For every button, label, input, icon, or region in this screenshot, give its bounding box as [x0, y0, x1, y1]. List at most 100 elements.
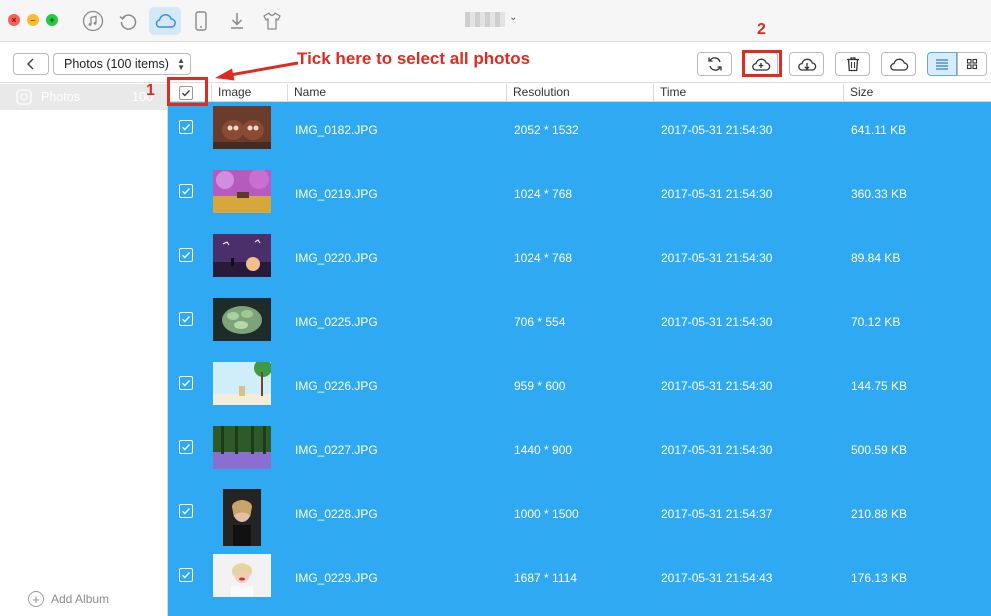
row-resolution: 1440 * 900 [514, 443, 573, 457]
download-from-cloud-button[interactable] [789, 52, 824, 76]
maximize-window-button[interactable]: + [46, 14, 58, 26]
refresh-icon [707, 57, 722, 71]
album-select[interactable]: Photos (100 items) ▲ ▼ [53, 53, 191, 75]
row-checkbox[interactable] [179, 440, 193, 454]
row-name: IMG_0226.JPG [295, 379, 378, 393]
column-header-resolution[interactable]: Resolution [506, 84, 570, 102]
row-name: IMG_0228.JPG [295, 507, 378, 521]
column-header-time[interactable]: Time [653, 84, 686, 102]
row-size: 176.13 KB [851, 571, 908, 585]
photo-thumbnail-image[interactable] [223, 489, 261, 546]
step-1-highlight-box [167, 77, 208, 106]
row-time: 2017-05-31 21:54:30 [661, 123, 773, 137]
photo-thumbnail-image[interactable] [213, 234, 271, 277]
row-resolution: 1000 * 1500 [514, 507, 579, 521]
table-row[interactable]: IMG_0182.JPG 2052 * 1532 2017-05-31 21:54:… [168, 102, 991, 166]
refresh-button[interactable] [697, 52, 732, 76]
updown-arrows-icon: ▲ ▼ [177, 56, 185, 72]
checkmark-icon [182, 444, 191, 451]
album-select-label: Photos (100 items) [64, 57, 169, 71]
sidebar: Photos 100 + Add Album [0, 84, 168, 616]
row-resolution: 706 * 554 [514, 315, 566, 329]
photo-thumbnail-image[interactable] [213, 426, 271, 469]
sidebar-item-label: Photos [41, 90, 80, 104]
table-row[interactable]: IMG_0227.JPG 1440 * 900 2017-05-31 21:54:3… [168, 422, 991, 486]
table-row[interactable]: IMG_0220.JPG 1024 * 768 2017-05-31 21:54:3… [168, 230, 991, 294]
step-1-number: 1 [146, 82, 155, 99]
row-size: 641.11 KB [851, 123, 907, 137]
row-time: 2017-05-31 21:54:30 [661, 187, 773, 201]
trash-icon [846, 57, 859, 72]
photo-table: Image Name Resolution Time Size IMG_0182… [168, 84, 991, 616]
row-size: 89.84 KB [851, 251, 901, 265]
restore-icon[interactable] [113, 7, 143, 35]
photo-thumbnail-image[interactable] [213, 170, 271, 213]
table-row[interactable]: IMG_0226.JPG 959 * 600 2017-05-31 21:54:30… [168, 358, 991, 422]
checkmark-icon [182, 252, 191, 259]
checkmark-icon [182, 316, 191, 323]
row-size: 360.33 KB [851, 187, 908, 201]
checkmark-icon [182, 508, 191, 515]
photo-thumbnail-image[interactable] [213, 554, 271, 597]
row-time: 2017-05-31 21:54:37 [661, 507, 773, 521]
table-row[interactable]: IMG_0229.JPG 1687 * 1114 2017-05-31 21:54:… [168, 550, 991, 614]
grid-view-button[interactable] [957, 52, 987, 76]
device-dropdown-caret[interactable]: ⌄ [509, 12, 517, 23]
cloud-button[interactable] [881, 52, 916, 76]
row-resolution: 959 * 600 [514, 379, 566, 393]
table-row[interactable]: IMG_0225.JPG 706 * 554 2017-05-31 21:54:30… [168, 294, 991, 358]
row-checkbox[interactable] [179, 568, 193, 582]
download-icon[interactable] [222, 7, 252, 35]
column-header-name[interactable]: Name [287, 84, 326, 102]
row-size: 144.75 KB [851, 379, 908, 393]
column-header-image[interactable]: Image [211, 84, 251, 102]
table-row[interactable]: IMG_0228.JPG 1000 * 1500 2017-05-31 21:54:… [168, 486, 991, 550]
step-2-highlight-box [742, 50, 782, 77]
column-header-size[interactable]: Size [843, 84, 873, 102]
add-album-button[interactable]: + Add Album [28, 591, 109, 607]
step-1-instruction: Tick here to select all photos [297, 49, 531, 68]
sidebar-item-photos[interactable]: Photos 100 [0, 84, 167, 110]
device-name-pixelated[interactable] [465, 12, 505, 27]
row-checkbox[interactable] [179, 120, 193, 134]
row-resolution: 1687 * 1114 [514, 571, 577, 585]
row-time: 2017-05-31 21:54:43 [661, 571, 773, 585]
row-time: 2017-05-31 21:54:30 [661, 251, 773, 265]
row-checkbox[interactable] [179, 504, 193, 518]
row-resolution: 2052 * 1532 [514, 123, 579, 137]
chevron-left-icon [26, 58, 34, 70]
music-note-icon[interactable] [78, 7, 108, 35]
download-from-cloud-icon [797, 58, 816, 71]
photo-thumbnail-image[interactable] [213, 362, 271, 405]
checkmark-icon [182, 572, 191, 579]
row-size: 70.12 KB [851, 315, 901, 329]
row-checkbox[interactable] [179, 312, 193, 326]
back-button[interactable] [13, 53, 49, 75]
table-row[interactable]: IMG_0219.JPG 1024 * 768 2017-05-31 21:54:3… [168, 166, 991, 230]
tshirt-icon[interactable] [257, 7, 287, 35]
row-checkbox[interactable] [179, 248, 193, 262]
list-view-icon [936, 59, 948, 70]
phone-icon[interactable] [186, 7, 216, 35]
photo-thumbnail-image[interactable] [213, 106, 271, 149]
list-view-button[interactable] [927, 52, 957, 76]
close-window-button[interactable]: × [8, 14, 20, 26]
row-resolution: 1024 * 768 [514, 251, 573, 265]
row-size: 500.59 KB [851, 443, 908, 457]
plus-circle-icon: + [28, 591, 44, 607]
row-time: 2017-05-31 21:54:30 [661, 315, 773, 329]
delete-button[interactable] [835, 52, 870, 76]
row-name: IMG_0229.JPG [295, 571, 378, 585]
checkmark-icon [182, 188, 191, 195]
icloud-icon[interactable] [149, 7, 181, 35]
photo-thumbnail-image[interactable] [213, 298, 271, 341]
row-size: 210.88 KB [851, 507, 908, 521]
row-checkbox[interactable] [179, 184, 193, 198]
row-time: 2017-05-31 21:54:30 [661, 379, 773, 393]
table-header: Image Name Resolution Time Size [168, 84, 991, 102]
minimize-window-button[interactable]: – [27, 14, 39, 26]
row-name: IMG_0219.JPG [295, 187, 378, 201]
row-name: IMG_0182.JPG [295, 123, 378, 137]
photos-icon [16, 89, 32, 105]
row-checkbox[interactable] [179, 376, 193, 390]
